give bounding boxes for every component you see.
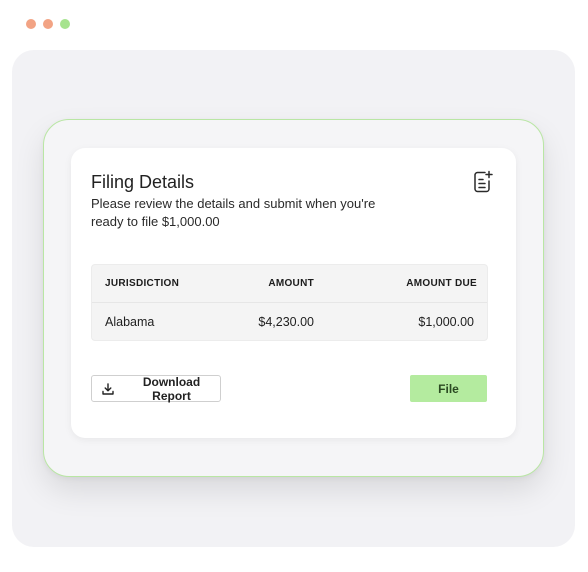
window-dot-close[interactable] [26,19,36,29]
header-jurisdiction: JURISDICTION [105,278,180,289]
table-row: Alabama $4,230.00 $1,000.00 [92,303,487,341]
window-dot-minimize[interactable] [43,19,53,29]
download-report-button[interactable]: Download Report [91,374,221,403]
card-title: Filing Details [91,172,195,192]
cell-amount-due: $1,000.00 [418,315,474,329]
table-header: JURISDICTION AMOUNT AMOUNT DUE [92,265,487,303]
download-icon [102,382,114,395]
filing-details-card: Filing Details Please review the details… [71,148,516,438]
download-report-label: Download Report [142,374,201,403]
cell-jurisdiction: Alabama [105,315,155,329]
file-button[interactable]: File [410,375,487,402]
window-dot-maximize[interactable] [60,19,70,29]
document-add-icon[interactable] [472,170,494,194]
window-controls [26,19,70,29]
filing-table: JURISDICTION AMOUNT AMOUNT DUE Alabama $… [91,264,488,341]
header-amount: AMOUNT [268,278,314,289]
cell-amount: $4,230.00 [258,315,314,329]
card-subtitle: Please review the details and submit whe… [91,196,376,229]
header-amount-due: AMOUNT DUE [406,278,477,289]
